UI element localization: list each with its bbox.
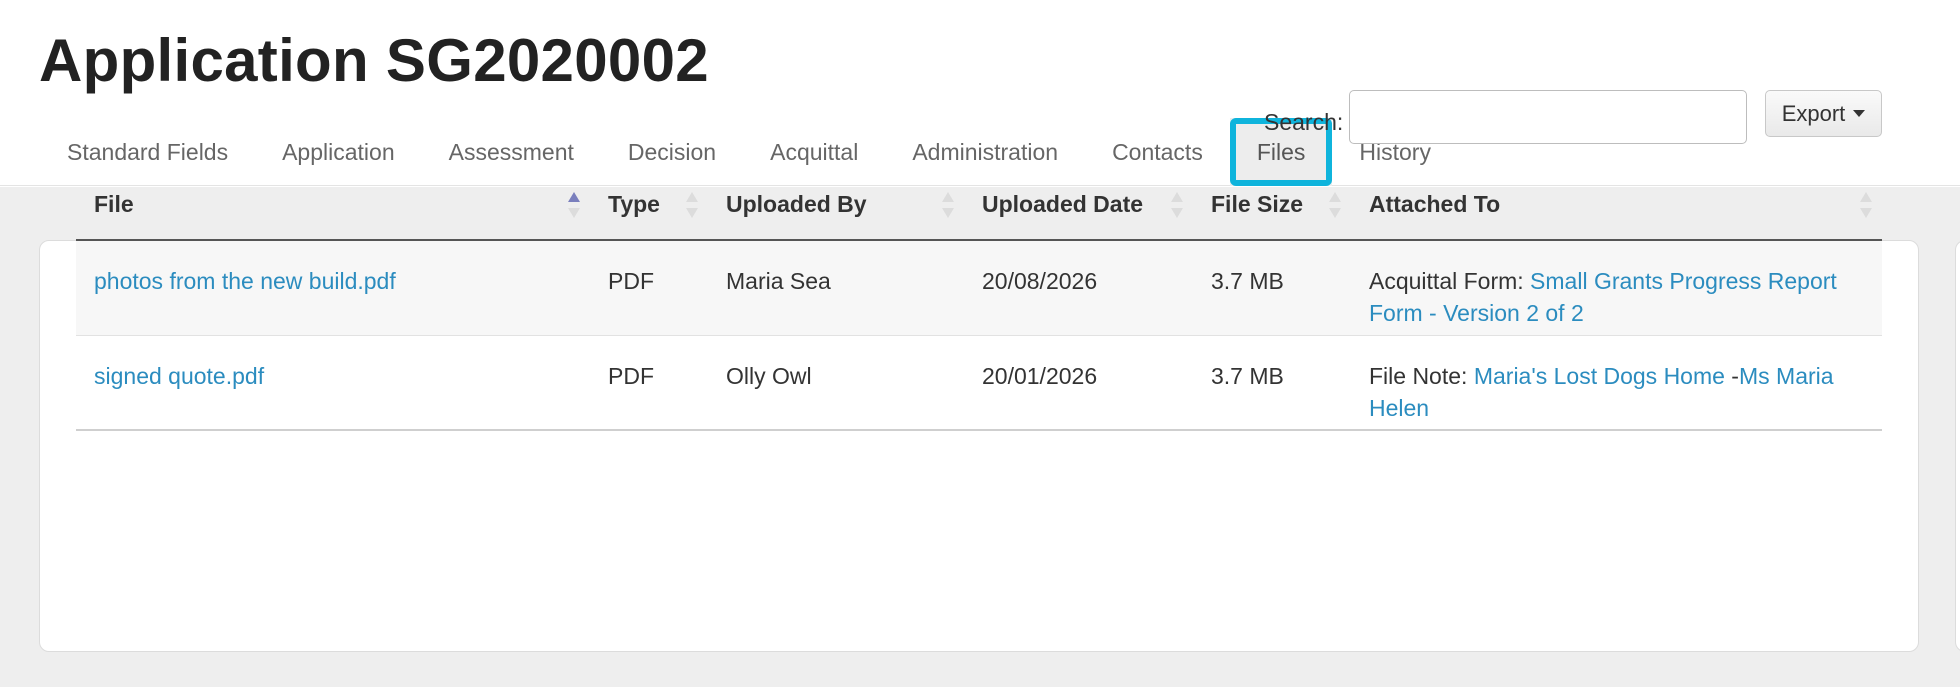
column-label: Uploaded By [726,191,867,217]
search-label: Search: [1264,109,1344,135]
sort-icon [1171,192,1183,220]
column-label: Uploaded Date [982,191,1144,217]
column-label: File Size [1211,191,1304,217]
attached-separator: - [1724,362,1739,389]
column-header-uploaded-by[interactable]: Uploaded By [708,170,964,241]
column-label: Type [608,191,660,217]
file-link[interactable]: signed quote.pdf [94,363,264,389]
search-input[interactable] [1349,90,1747,144]
cell-attached-to: Acquittal Form: Small Grants Progress Re… [1351,240,1882,336]
attached-prefix: File Note: [1369,362,1474,389]
sort-icon [1329,192,1341,220]
sort-icon [686,192,698,220]
table-row: signed quote.pdf PDF Olly Owl 20/01/2026… [76,335,1882,431]
column-label: Attached To [1369,191,1501,217]
table-header-row: File Type Uploaded By Uploaded Date File… [76,170,1882,241]
cell-attached-to: File Note: Maria's Lost Dogs Home -Ms Ma… [1351,335,1882,431]
column-header-file-size[interactable]: File Size [1193,170,1351,241]
cell-file-size: 3.7 MB [1193,335,1351,431]
cell-file-size: 3.7 MB [1193,240,1351,336]
files-table: File Type Uploaded By Uploaded Date File… [76,170,1882,431]
export-button[interactable]: Export [1765,90,1882,137]
column-header-type[interactable]: Type [590,170,708,241]
cell-type: PDF [590,240,708,336]
page-title: Application SG2020002 [39,27,709,94]
column-header-uploaded-date[interactable]: Uploaded Date [964,170,1193,241]
column-header-attached-to[interactable]: Attached To [1351,170,1882,241]
cell-uploaded-date: 20/08/2026 [964,240,1193,336]
attached-link[interactable]: Maria's Lost Dogs Home [1474,363,1725,389]
cell-uploaded-by: Olly Owl [708,335,964,431]
sort-icon [1860,192,1872,220]
side-panel-edge [1955,240,1960,652]
cell-file: photos from the new build.pdf [76,240,590,336]
cell-type: PDF [590,335,708,431]
sort-icon [942,192,954,220]
attached-prefix: Acquittal Form: [1369,268,1531,294]
cell-uploaded-by: Maria Sea [708,240,964,336]
cell-file: signed quote.pdf [76,335,590,431]
caret-down-icon [1853,110,1866,117]
column-header-file[interactable]: File [76,170,590,241]
table-row: photos from the new build.pdf PDF Maria … [76,240,1882,336]
file-link[interactable]: photos from the new build.pdf [94,268,396,294]
sort-ascending-icon [568,192,580,220]
column-label: File [94,191,134,217]
cell-uploaded-date: 20/01/2026 [964,335,1193,431]
export-label: Export [1781,100,1846,126]
